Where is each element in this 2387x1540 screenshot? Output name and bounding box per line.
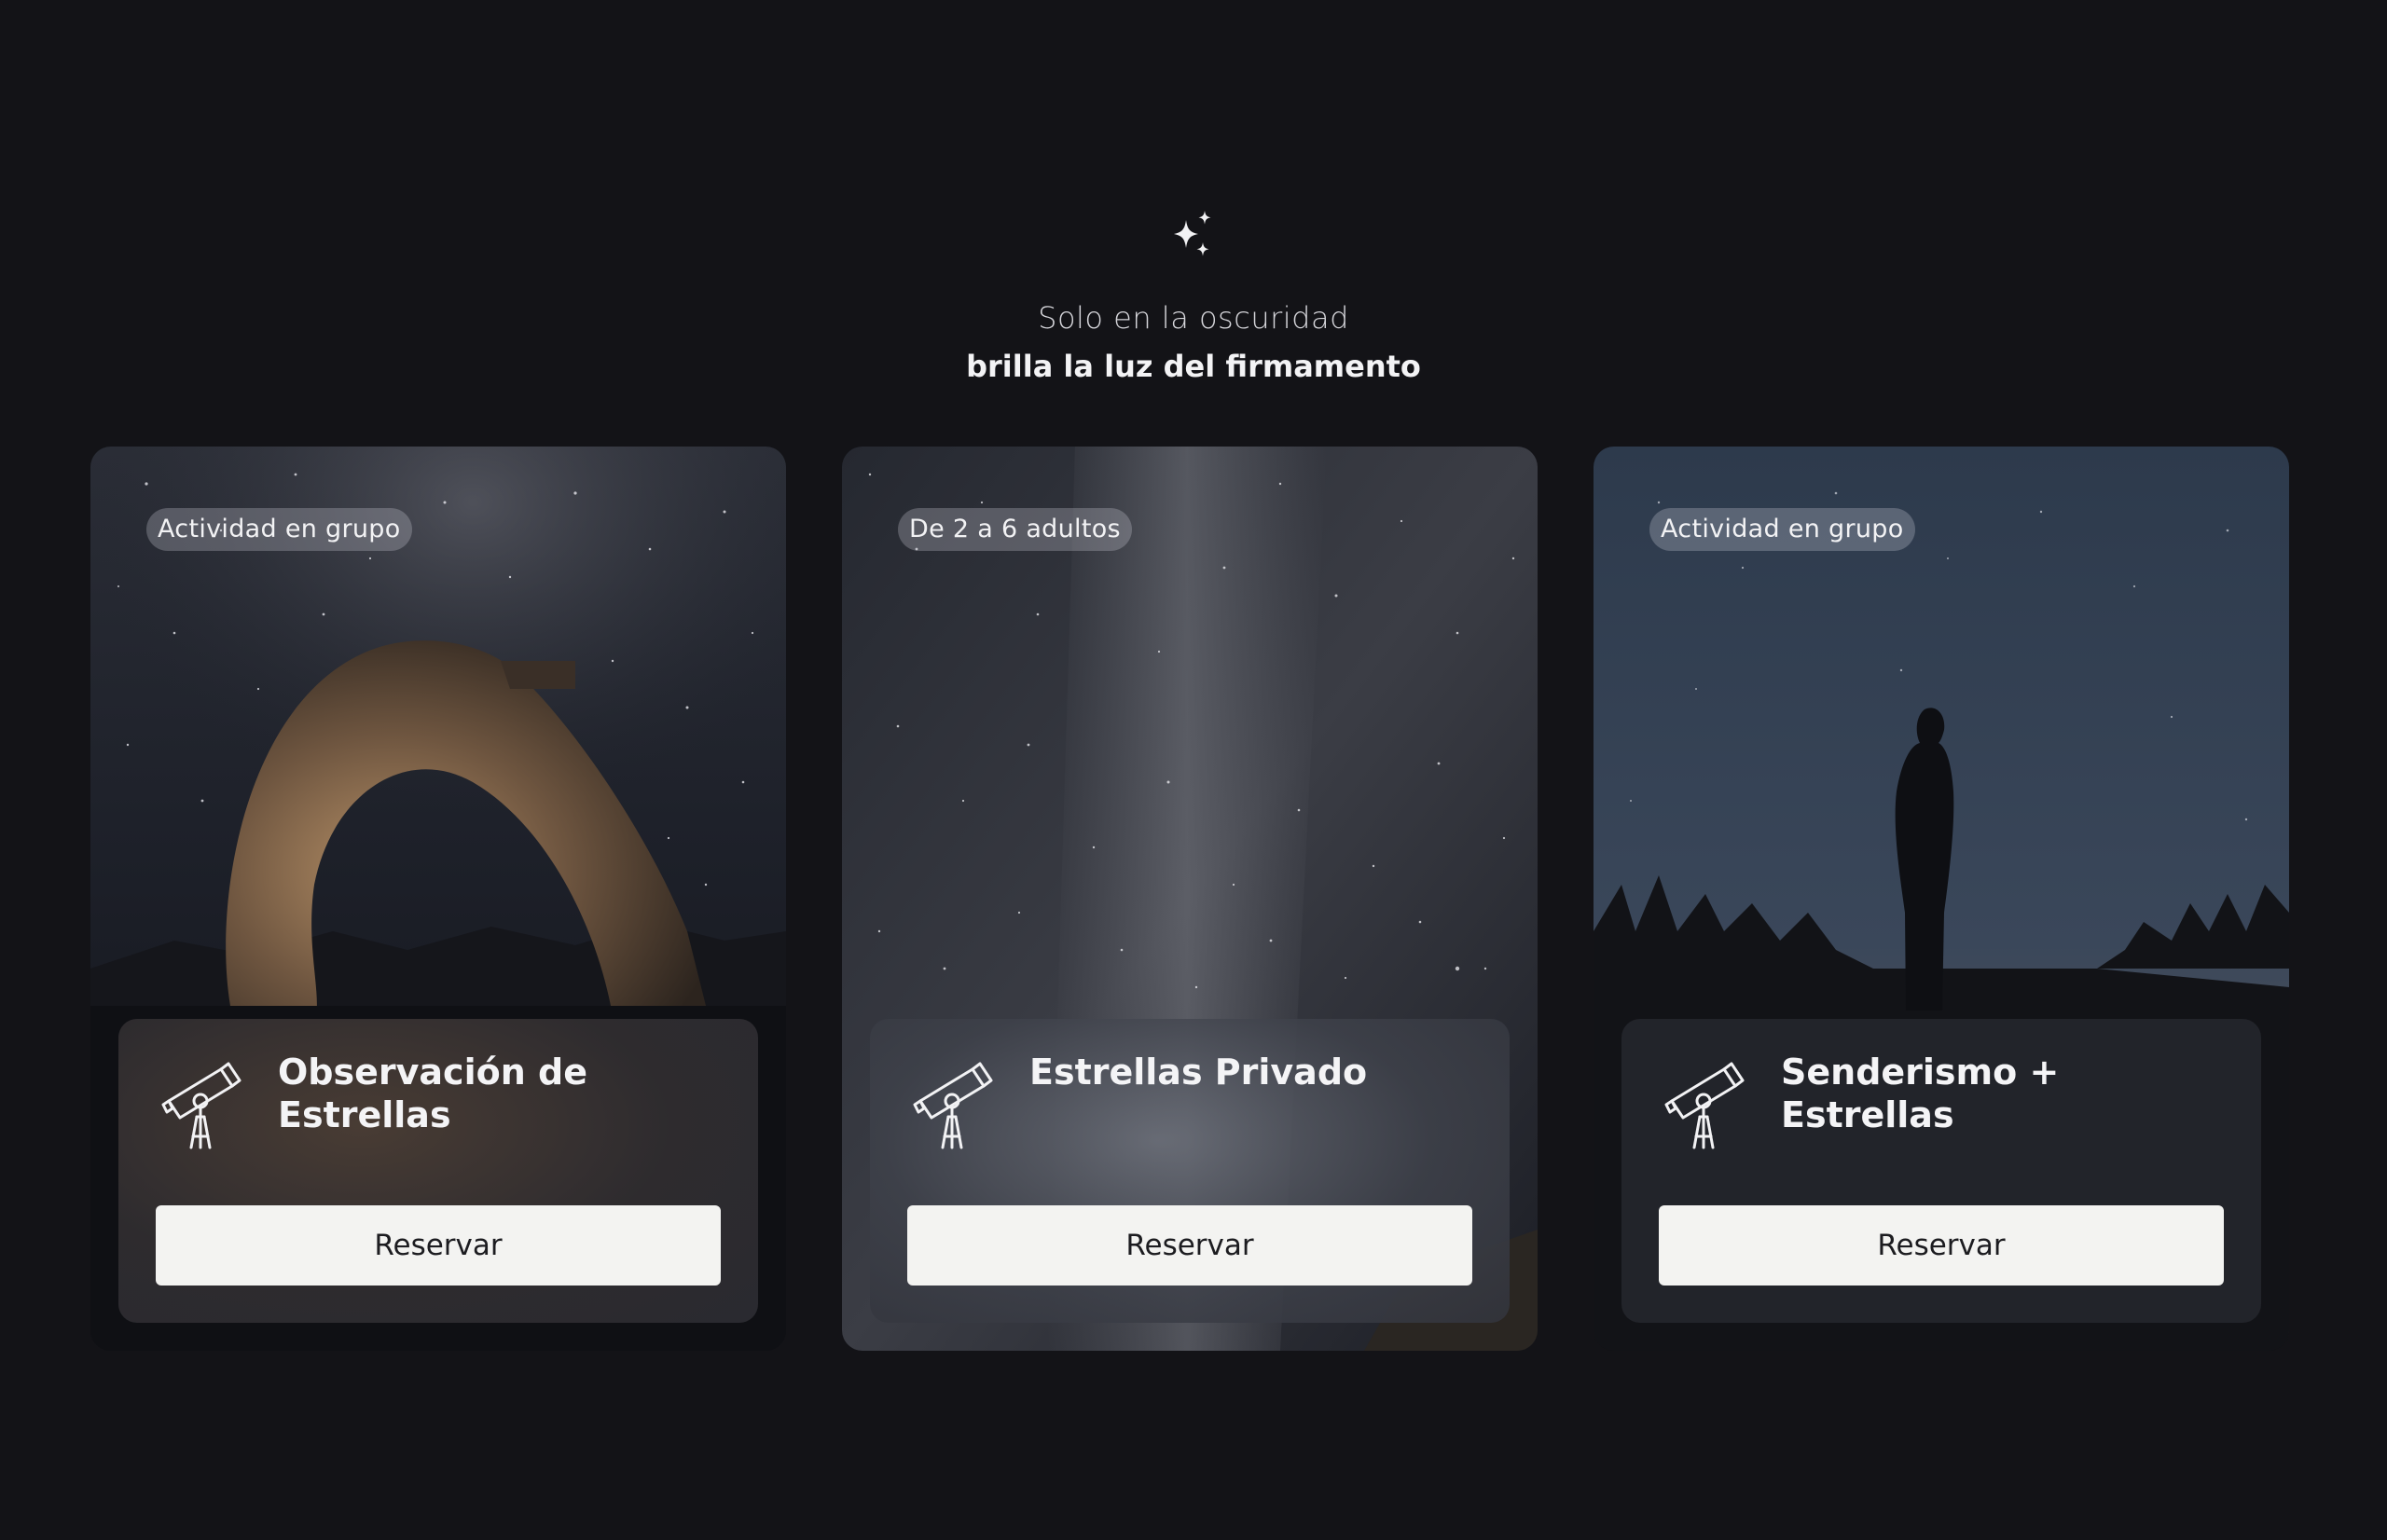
reserve-button[interactable]: Reservar	[1659, 1205, 2224, 1286]
card-info-panel: Senderismo + Estrellas Reservar	[1621, 1019, 2261, 1323]
card-info-panel: Estrellas Privado Reservar	[870, 1019, 1510, 1323]
group-size-badge: Actividad en grupo	[146, 508, 412, 551]
card-title: Senderismo + Estrellas	[1781, 1052, 2060, 1135]
activity-card-senderismo[interactable]: Actividad en grupo Senderismo + Estrella…	[1594, 447, 2289, 1351]
telescope-icon	[1664, 1062, 1745, 1149]
activity-card-observacion[interactable]: Actividad en grupo Observación de Estrel…	[90, 447, 786, 1351]
group-size-badge: Actividad en grupo	[1649, 508, 1915, 551]
telescope-icon	[913, 1062, 993, 1149]
reserve-button[interactable]: Reservar	[156, 1205, 721, 1286]
reserve-button[interactable]: Reservar	[907, 1205, 1472, 1286]
group-size-badge: De 2 a 6 adultos	[898, 508, 1132, 551]
sparkles-icon	[1174, 211, 1211, 256]
hero-headline: brilla la luz del firmamento	[966, 349, 1421, 384]
card-title: Estrellas Privado	[1029, 1052, 1368, 1093]
activity-card-privado[interactable]: De 2 a 6 adultos Estrellas Privado Reser…	[842, 447, 1538, 1351]
card-title: Observación de Estrellas	[278, 1052, 587, 1135]
card-info-panel: Observación de Estrellas Reservar	[118, 1019, 758, 1323]
telescope-icon	[161, 1062, 241, 1149]
page: Solo en la oscuridad brilla la luz del f…	[0, 0, 2387, 1540]
hero-section: Solo en la oscuridad brilla la luz del f…	[0, 209, 2387, 384]
hero-tagline: Solo en la oscuridad	[1038, 300, 1349, 336]
